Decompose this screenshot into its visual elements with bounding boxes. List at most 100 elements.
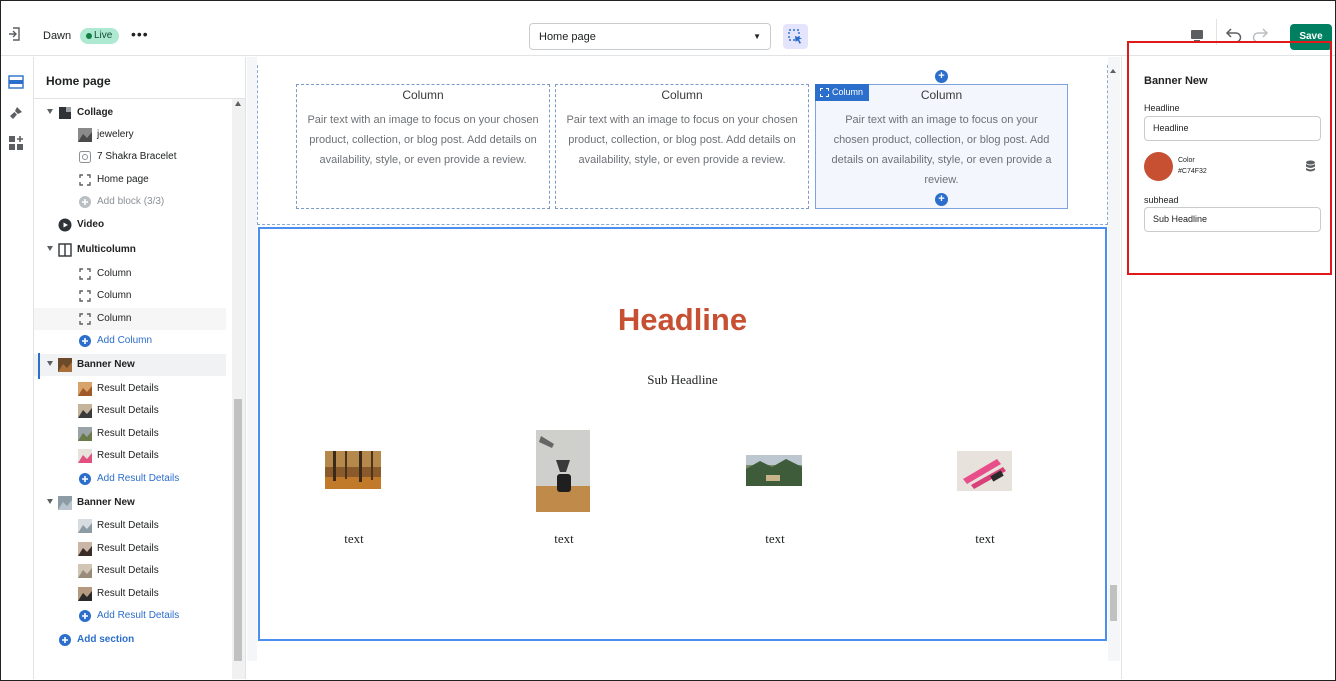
sidebar-block-row[interactable]: Result Details bbox=[34, 400, 226, 422]
sidebar-scrollbar[interactable] bbox=[232, 99, 245, 679]
pour-over-coffee-image bbox=[536, 430, 590, 512]
image-thumbnail-icon bbox=[78, 382, 92, 396]
sidebar-block-row[interactable]: Result Details bbox=[34, 538, 226, 560]
sidebar-item-label: Video bbox=[77, 219, 105, 230]
sidebar-add-row[interactable]: Add Result Details bbox=[34, 468, 226, 490]
column-title: Column bbox=[402, 88, 444, 102]
sidebar-block-row[interactable]: Home page bbox=[34, 169, 226, 191]
collage-icon bbox=[59, 107, 71, 119]
plus-circle-icon bbox=[79, 335, 91, 347]
column-block[interactable]: Column Pair text with an image to focus … bbox=[555, 84, 809, 209]
live-status-badge: Live bbox=[80, 28, 120, 44]
sidebar-item-label: Column bbox=[97, 290, 132, 301]
scroll-up-arrow-icon[interactable] bbox=[1110, 69, 1116, 73]
column-text: Pair text with an image to focus on your… bbox=[307, 114, 539, 166]
sidebar-block-row[interactable]: Result Details bbox=[34, 423, 226, 445]
sidebar-block-row[interactable]: Column bbox=[34, 308, 226, 330]
sidebar-block-row[interactable]: Result Details bbox=[34, 445, 226, 467]
column-title: Column bbox=[661, 88, 703, 102]
sidebar-item-label: Multicolumn bbox=[77, 244, 136, 255]
sidebar-section-row[interactable]: Banner New bbox=[34, 492, 226, 514]
sidebar-item-label: Result Details bbox=[97, 543, 159, 554]
multicolumn-section[interactable]: Column Pair text with an image to focus … bbox=[257, 65, 1108, 225]
sidebar-section-row[interactable]: Video bbox=[34, 214, 226, 236]
sidebar-item-label: Collage bbox=[77, 107, 114, 118]
sidebar-section-row[interactable]: Banner New bbox=[34, 354, 226, 376]
sidebar-add-row[interactable]: Add Column bbox=[34, 330, 226, 352]
sidebar-scrollbar-thumb[interactable] bbox=[234, 399, 242, 661]
image-thumbnail-icon bbox=[78, 519, 92, 533]
preview-page: Column Pair text with an image to focus … bbox=[257, 57, 1108, 661]
block-frame-icon bbox=[79, 268, 91, 280]
sidebar-block-row[interactable]: Result Details bbox=[34, 560, 226, 582]
add-block-below-icon[interactable]: + bbox=[935, 193, 948, 206]
chevron-down-icon[interactable] bbox=[47, 246, 53, 251]
sidebar-block-row[interactable]: Result Details bbox=[34, 515, 226, 537]
sidebar-section-row[interactable]: Multicolumn bbox=[34, 239, 226, 261]
inspect-cursor-icon bbox=[788, 29, 802, 44]
sidebar-add-row[interactable]: Add Result Details bbox=[34, 605, 226, 627]
sidebar-item-label: Result Details bbox=[97, 565, 159, 576]
sidebar-add-row[interactable]: Add section bbox=[34, 629, 226, 651]
sidebar-item-label: jewelery bbox=[97, 129, 134, 140]
sidebar-block-row[interactable]: 7 Shakra Bracelet bbox=[34, 146, 226, 168]
sidebar-item-label: Banner New bbox=[77, 359, 135, 370]
scroll-up-arrow-icon[interactable] bbox=[235, 101, 241, 106]
template-select-value: Home page bbox=[539, 31, 596, 43]
image-thumbnail-icon bbox=[58, 496, 72, 510]
inspector-toggle-button[interactable] bbox=[783, 24, 808, 49]
preview-scrollbar[interactable] bbox=[1109, 67, 1117, 661]
sidebar-block-row[interactable]: Column bbox=[34, 285, 226, 307]
highlight-annotation-box bbox=[1127, 41, 1332, 275]
image-thumbnail-icon bbox=[78, 449, 92, 463]
sidebar-item-label: Add Column bbox=[97, 335, 153, 346]
image-thumbnail-icon bbox=[78, 128, 92, 142]
sidebar-item-label: Result Details bbox=[97, 520, 159, 531]
mountain-landscape-image bbox=[746, 455, 802, 486]
sections-icon[interactable] bbox=[8, 74, 24, 90]
sidebar-item-label: 7 Shakra Bracelet bbox=[97, 151, 177, 162]
theme-name: Dawn bbox=[43, 30, 72, 42]
sidebar-item-label: Home page bbox=[97, 174, 149, 185]
column-block[interactable]: Column Pair text with an image to focus … bbox=[296, 84, 550, 209]
sidebar-block-row[interactable]: jewelery bbox=[34, 124, 226, 146]
exit-icon[interactable] bbox=[7, 26, 23, 42]
image-thumbnail-icon bbox=[58, 358, 72, 372]
sidebar-item-label: Banner New bbox=[77, 497, 135, 508]
sidebar-block-row[interactable]: Result Details bbox=[34, 378, 226, 400]
apps-icon[interactable] bbox=[8, 135, 24, 151]
sidebar-block-row[interactable]: Result Details bbox=[34, 583, 226, 605]
block-frame-icon bbox=[79, 313, 91, 325]
plus-circle-icon bbox=[59, 634, 71, 646]
template-select[interactable]: Home page ▼ bbox=[529, 23, 771, 50]
sidebar-add-row[interactable]: Add block (3/3) bbox=[34, 191, 226, 213]
banner-new-section[interactable]: Headline Sub Headline text text text tex… bbox=[258, 227, 1107, 641]
more-actions-button[interactable]: ••• bbox=[131, 26, 149, 42]
add-block-above-icon[interactable]: + bbox=[935, 70, 948, 83]
sidebar-divider bbox=[34, 98, 245, 99]
sidebar-section-row[interactable]: Collage bbox=[34, 102, 226, 124]
theme-settings-brush-icon[interactable] bbox=[8, 105, 24, 121]
column-text: Pair text with an image to focus on your… bbox=[831, 114, 1052, 186]
column-block-active[interactable]: Column Column Pair text with an image to… bbox=[815, 84, 1068, 209]
chevron-down-icon[interactable] bbox=[47, 109, 53, 114]
sidebar-item-label: Add section bbox=[77, 634, 135, 645]
play-icon bbox=[58, 218, 72, 232]
sidebar-item-label: Result Details bbox=[97, 450, 159, 461]
sidebar-block-row[interactable]: Column bbox=[34, 263, 226, 285]
chevron-down-icon[interactable] bbox=[47, 361, 53, 366]
chevron-down-icon: ▼ bbox=[753, 32, 761, 41]
banner-item-text: text bbox=[765, 531, 785, 546]
sidebar-item-label: Result Details bbox=[97, 588, 159, 599]
image-thumbnail-icon bbox=[78, 542, 92, 556]
chevron-down-icon[interactable] bbox=[47, 499, 53, 504]
image-thumbnail-icon bbox=[78, 404, 92, 418]
plus-circle-icon bbox=[79, 473, 91, 485]
sections-sidebar: Home page Collage jewelery 7 Shakra Bracel… bbox=[34, 57, 246, 679]
image-thumbnail-icon bbox=[78, 564, 92, 578]
image-thumbnail-icon bbox=[78, 587, 92, 601]
pink-pens-image bbox=[957, 451, 1012, 491]
editor-icon-rail bbox=[1, 57, 34, 679]
preview-scrollbar-thumb[interactable] bbox=[1110, 585, 1117, 621]
sidebar-item-label: Add Result Details bbox=[97, 610, 180, 621]
